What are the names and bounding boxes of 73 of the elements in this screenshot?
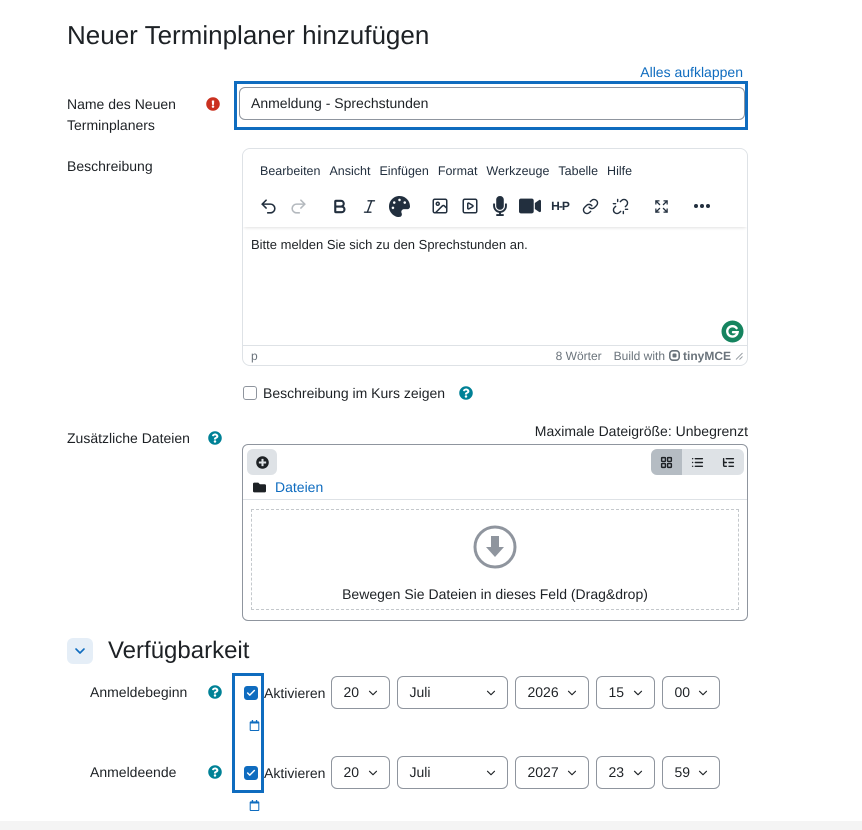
- field-label: Beschreibung: [67, 157, 154, 176]
- help-icon[interactable]: [459, 386, 474, 400]
- folder-link[interactable]: Dateien: [275, 478, 324, 496]
- menu-item[interactable]: Einfügen: [379, 161, 429, 181]
- more-icon: [694, 204, 710, 208]
- name-input[interactable]: Anmeldung - Sprechstunden: [239, 87, 745, 120]
- fullscreen-icon: [654, 198, 668, 214]
- undo-icon: [258, 196, 278, 216]
- hour-select[interactable]: 23: [596, 756, 656, 789]
- credit-text: Build with: [614, 348, 665, 364]
- microphone-icon: [490, 196, 510, 216]
- month-select[interactable]: Juli: [397, 756, 508, 789]
- field-label: Zusätzliche Dateien: [67, 429, 191, 448]
- grid-icon: [660, 456, 673, 468]
- editor-brand[interactable]: tinyMCE: [683, 348, 731, 364]
- checkbox[interactable]: [244, 686, 258, 700]
- interactive-content-button[interactable]: H-P: [545, 191, 575, 221]
- word-count: 8 Wörter: [556, 348, 602, 364]
- menu-item[interactable]: Format: [438, 161, 478, 181]
- menu-item[interactable]: Bearbeiten: [260, 161, 320, 181]
- editor-logo-icon: [669, 350, 680, 361]
- checkbox[interactable]: [243, 386, 257, 400]
- month-select[interactable]: Juli: [397, 676, 508, 709]
- max-file-size: Maximale Dateigröße: Unbegrenzt: [534, 422, 748, 440]
- minute-select[interactable]: 59: [662, 756, 720, 789]
- add-icon: [256, 456, 268, 468]
- list-icon: [691, 456, 704, 468]
- drop-hint: Bewegen Sie Dateien in dieses Feld (Drag&drop): [342, 585, 648, 603]
- section-toggle[interactable]: [67, 638, 93, 664]
- editor-content-field[interactable]: Bitte melden Sie sich zu den Sprechstunden an.: [243, 227, 747, 345]
- year-select[interactable]: 2026: [515, 676, 590, 709]
- link-icon: [582, 198, 598, 214]
- help-icon[interactable]: [208, 685, 222, 699]
- element-path[interactable]: p: [251, 348, 258, 364]
- tree-icon: [722, 456, 735, 468]
- field-label: Name des Neuen Terminplaners: [67, 95, 177, 135]
- calendar-icon[interactable]: [249, 720, 260, 731]
- help-icon[interactable]: [208, 765, 222, 779]
- play-icon: [461, 197, 479, 215]
- check-icon: [246, 768, 256, 778]
- broken-link-icon: [612, 198, 628, 214]
- expand-all-link[interactable]: Alles aufklappen: [640, 63, 743, 81]
- day-select[interactable]: 20: [331, 676, 390, 709]
- checkbox[interactable]: [244, 766, 258, 780]
- drop-zone[interactable]: Bewegen Sie Dateien in dieses Feld (Drag&drop): [251, 509, 739, 610]
- year-select[interactable]: 2027: [515, 756, 590, 789]
- redo-icon: [288, 196, 308, 216]
- image-icon: [431, 197, 449, 215]
- page-title: Neuer Terminplaner hinzufügen: [67, 19, 430, 52]
- menu-item[interactable]: Werkzeuge: [486, 161, 550, 181]
- resize-handle-icon[interactable]: [735, 352, 743, 360]
- g-badge-icon[interactable]: [721, 320, 744, 343]
- hour-select[interactable]: 15: [596, 676, 656, 709]
- checkbox-label[interactable]: Aktivieren: [264, 762, 326, 782]
- section-title: Verfügbarkeit: [108, 637, 250, 665]
- field-label: Anmeldebeginn: [90, 683, 188, 702]
- checkbox-label[interactable]: Aktivieren: [264, 682, 326, 702]
- folder-icon: [253, 480, 266, 494]
- day-select[interactable]: 20: [331, 756, 390, 789]
- menu-item[interactable]: Hilfe: [607, 161, 632, 181]
- checkbox-label[interactable]: Beschreibung im Kurs zeigen: [263, 383, 446, 403]
- tree-view-button[interactable]: [713, 449, 744, 475]
- help-icon[interactable]: [208, 431, 222, 445]
- palette-icon: [388, 196, 410, 216]
- list-view-button[interactable]: [682, 449, 713, 475]
- add-file-button[interactable]: [247, 449, 277, 475]
- check-icon: [246, 688, 256, 698]
- calendar-icon[interactable]: [249, 800, 260, 811]
- minute-select[interactable]: 00: [662, 676, 720, 709]
- field-label: Anmeldeende: [90, 763, 178, 782]
- grid-view-button[interactable]: [651, 449, 682, 475]
- menu-item[interactable]: Tabelle: [558, 161, 598, 181]
- menu-item[interactable]: Ansicht: [329, 161, 370, 181]
